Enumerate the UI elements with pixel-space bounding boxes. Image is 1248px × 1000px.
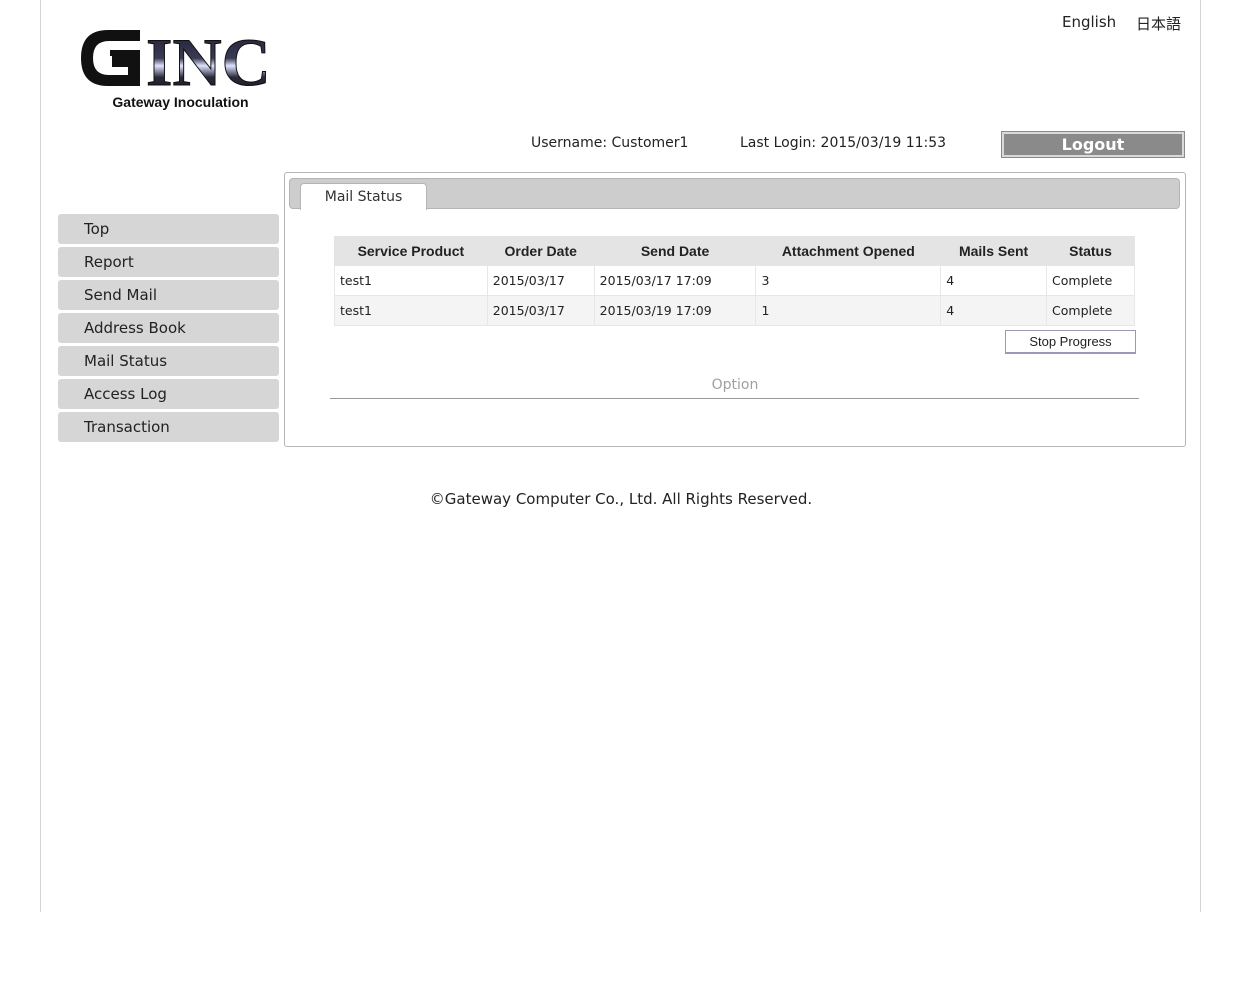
- language-english-link[interactable]: English: [1062, 13, 1116, 31]
- cell-status: Complete: [1046, 295, 1135, 326]
- column-header-mails-sent[interactable]: Mails Sent: [940, 236, 1048, 266]
- logout-button[interactable]: Logout: [1001, 131, 1185, 158]
- sidebar-item-mail-status[interactable]: Mail Status: [58, 346, 279, 376]
- column-header-order-date[interactable]: Order Date: [486, 236, 595, 266]
- cell-service-product: test1: [334, 295, 488, 326]
- sidebar-item-report[interactable]: Report: [58, 247, 279, 277]
- column-header-attachment-opened[interactable]: Attachment Opened: [755, 236, 942, 266]
- sidebar-nav: Top Report Send Mail Address Book Mail S…: [58, 214, 279, 445]
- mail-status-table: Service Product Order Date Send Date Att…: [334, 236, 1135, 326]
- sidebar-item-transaction[interactable]: Transaction: [58, 412, 279, 442]
- logo-subtitle: Gateway Inoculation: [112, 94, 249, 110]
- logo-text: INC: [146, 24, 271, 94]
- cell-service-product: test1: [334, 265, 488, 296]
- cell-send-date: 2015/03/17 17:09: [593, 265, 757, 296]
- option-section-label[interactable]: Option: [285, 377, 1185, 393]
- tab-mail-status[interactable]: Mail Status: [300, 183, 427, 210]
- logo-mark-icon: INC: [81, 24, 271, 94]
- cell-status: Complete: [1046, 265, 1135, 296]
- table-header-row: Service Product Order Date Send Date Att…: [334, 236, 1135, 266]
- option-divider: [330, 398, 1139, 399]
- column-header-send-date[interactable]: Send Date: [593, 236, 757, 266]
- username-label: Username: Customer1: [531, 135, 689, 151]
- sidebar-item-access-log[interactable]: Access Log: [58, 379, 279, 409]
- company-logo[interactable]: INC Gateway Inoculation: [78, 22, 288, 114]
- cell-mails-sent: 4: [940, 265, 1048, 296]
- column-header-status[interactable]: Status: [1046, 236, 1135, 266]
- cell-order-date: 2015/03/17: [486, 295, 595, 326]
- cell-mails-sent: 4: [940, 295, 1048, 326]
- cell-send-date: 2015/03/19 17:09: [593, 295, 757, 326]
- cell-attachment-opened: 1: [755, 295, 942, 326]
- table-row[interactable]: test1 2015/03/17 2015/03/19 17:09 1 4 Co…: [334, 295, 1135, 326]
- main-panel: Mail Status Service Product Order Date S…: [284, 172, 1186, 447]
- language-japanese-link[interactable]: 日本語: [1136, 13, 1181, 34]
- tab-bar: Mail Status: [289, 178, 1180, 210]
- sidebar-item-top[interactable]: Top: [58, 214, 279, 244]
- last-login-label: Last Login: 2015/03/19 11:53: [740, 135, 947, 151]
- cell-order-date: 2015/03/17: [486, 265, 595, 296]
- footer-copyright: ©Gateway Computer Co., Ltd. All Rights R…: [429, 490, 813, 508]
- stop-progress-button[interactable]: Stop Progress: [1005, 330, 1136, 354]
- page-container: INC Gateway Inoculation English 日本語 User…: [40, 0, 1201, 912]
- table-row[interactable]: test1 2015/03/17 2015/03/17 17:09 3 4 Co…: [334, 265, 1135, 296]
- sidebar-item-send-mail[interactable]: Send Mail: [58, 280, 279, 310]
- column-header-service-product[interactable]: Service Product: [334, 236, 488, 266]
- sidebar-item-address-book[interactable]: Address Book: [58, 313, 279, 343]
- cell-attachment-opened: 3: [755, 265, 942, 296]
